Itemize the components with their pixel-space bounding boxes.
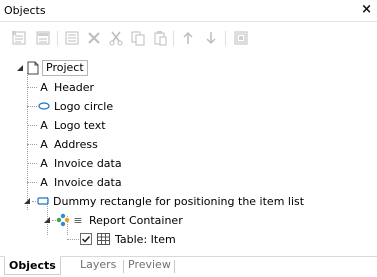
tree-item-label: Dummy rectangle for positioning the item… [53, 194, 305, 208]
tree-item[interactable]: A Logo text [27, 116, 106, 134]
delete-icon[interactable] [84, 28, 104, 48]
tree-item-label: Invoice data [54, 175, 122, 189]
tree-node-table-item[interactable]: Table: Item [67, 230, 176, 248]
tree-item[interactable]: Logo circle [27, 97, 113, 115]
tree-item-label: Invoice data [54, 156, 122, 170]
list-icon: ≡ [73, 213, 83, 227]
properties-icon[interactable] [62, 28, 82, 48]
ellipse-icon [37, 99, 51, 113]
panel-title: Objects [4, 4, 46, 17]
text-object-icon: A [40, 156, 48, 170]
close-icon[interactable]: × [361, 2, 372, 18]
tree-item-label: Logo text [54, 118, 106, 132]
tree-item-label: Table: Item [115, 232, 176, 246]
cut-icon[interactable] [106, 28, 126, 48]
rectangle-icon [36, 194, 50, 208]
text-object-icon: A [40, 137, 48, 151]
collapse-arrow-icon[interactable] [22, 194, 32, 208]
table-icon [96, 232, 110, 246]
tab-objects[interactable]: Objects [4, 256, 61, 275]
panel-tabs: Objects Layers Preview [0, 256, 377, 277]
toolbar [0, 24, 377, 54]
tree-node-report-container[interactable]: ≡ Report Container [42, 211, 183, 229]
move-up-icon[interactable] [178, 28, 198, 48]
panel-titlebar: Objects × [0, 0, 377, 22]
tree-item-label: Header [54, 80, 95, 94]
text-object-icon: A [40, 175, 48, 189]
table-checkbox[interactable] [79, 232, 93, 246]
copy-icon[interactable] [128, 28, 148, 48]
screenshot-icon[interactable] [231, 28, 251, 48]
paste-icon[interactable] [150, 28, 170, 48]
page-icon [26, 61, 40, 75]
tab-preview[interactable]: Preview [124, 256, 175, 275]
tab-layers[interactable]: Layers [76, 256, 120, 275]
objects-panel: Objects × Project A Header Logo circle A… [0, 0, 377, 277]
tree-node-project[interactable]: Project [14, 59, 88, 77]
tree-item-label: Report Container [89, 213, 183, 227]
tree-item[interactable]: Dummy rectangle for positioning the item… [22, 192, 304, 210]
text-object-icon: A [40, 118, 48, 132]
new-object-icon[interactable] [9, 28, 29, 48]
move-down-icon[interactable] [201, 28, 221, 48]
text-object-icon: A [40, 80, 48, 94]
tree-item-label: Logo circle [54, 99, 114, 113]
new-object-alt-icon[interactable] [33, 28, 53, 48]
tree-item[interactable]: A Header [27, 78, 94, 96]
collapse-arrow-icon[interactable] [42, 213, 52, 227]
object-tree: Project A Header Logo circle A Logo text… [0, 56, 377, 254]
tree-item[interactable]: A Invoice data [27, 173, 122, 191]
tree-item[interactable]: A Invoice data [27, 154, 122, 172]
project-label: Project [42, 60, 88, 76]
report-container-icon [56, 213, 70, 227]
tree-item-label: Address [54, 137, 98, 151]
collapse-arrow-icon[interactable] [14, 61, 26, 75]
tree-item[interactable]: A Address [27, 135, 98, 153]
